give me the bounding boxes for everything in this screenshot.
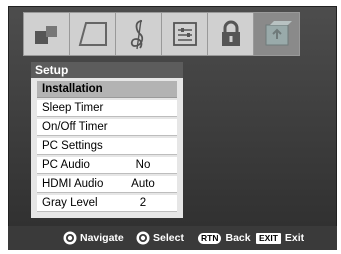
menu-title: Setup: [31, 62, 183, 78]
menu-item-sleep-timer[interactable]: Sleep Timer: [37, 100, 177, 117]
preferences-icon: [172, 22, 197, 46]
back-label: Back: [225, 232, 251, 244]
hint-back: RTN Back: [198, 226, 251, 250]
menu-item-label: Gray Level: [42, 197, 98, 209]
rtn-button-icon: RTN: [198, 232, 222, 244]
tab-preferences[interactable]: [161, 12, 208, 56]
menu-item-label: Sleep Timer: [42, 102, 104, 114]
lock-icon: [221, 20, 240, 46]
hint-select: Select: [136, 226, 184, 250]
tab-setup[interactable]: [253, 12, 300, 56]
picture-icon: [34, 26, 57, 44]
setup-menu: Installation Sleep Timer On/Off Timer PC…: [31, 78, 183, 218]
gray-level-value[interactable]: 2: [115, 195, 171, 212]
tab-picture[interactable]: [23, 12, 70, 56]
tab-audio[interactable]: [115, 12, 162, 56]
navigate-label: Navigate: [80, 232, 124, 244]
menu-item-hdmi-audio[interactable]: HDMI Audio Auto: [37, 176, 177, 193]
menu-item-label: On/Off Timer: [42, 121, 108, 133]
navigate-dpad-icon: [63, 231, 77, 245]
menu-item-on-off-timer[interactable]: On/Off Timer: [37, 119, 177, 136]
menu-item-label: PC Audio: [42, 159, 90, 171]
exit-button-icon: EXIT: [256, 232, 281, 244]
menu-item-label: PC Settings: [42, 140, 103, 152]
menu-item-pc-audio[interactable]: PC Audio No: [37, 157, 177, 174]
menu-item-label: Installation: [42, 83, 103, 95]
hint-exit: EXIT Exit: [256, 226, 304, 250]
menu-item-label: HDMI Audio: [42, 178, 104, 190]
tab-lock[interactable]: [207, 12, 254, 56]
screen-icon: [78, 22, 107, 46]
pc-audio-value[interactable]: No: [115, 157, 171, 174]
exit-label: Exit: [284, 232, 305, 244]
menu-item-pc-settings[interactable]: PC Settings: [37, 138, 177, 155]
tab-screen[interactable]: [69, 12, 116, 56]
select-label: Select: [153, 232, 184, 244]
hint-navigate: Navigate: [63, 226, 124, 250]
footer-hint-bar: Navigate Select RTN Back EXIT Exit: [8, 226, 337, 250]
setup-icon: [265, 21, 292, 46]
menu-item-gray-level[interactable]: Gray Level 2: [37, 195, 177, 212]
audio-icon: [130, 19, 143, 50]
hdmi-audio-value[interactable]: Auto: [115, 176, 171, 193]
select-enter-icon: [136, 231, 150, 245]
menu-item-installation[interactable]: Installation: [37, 81, 177, 98]
